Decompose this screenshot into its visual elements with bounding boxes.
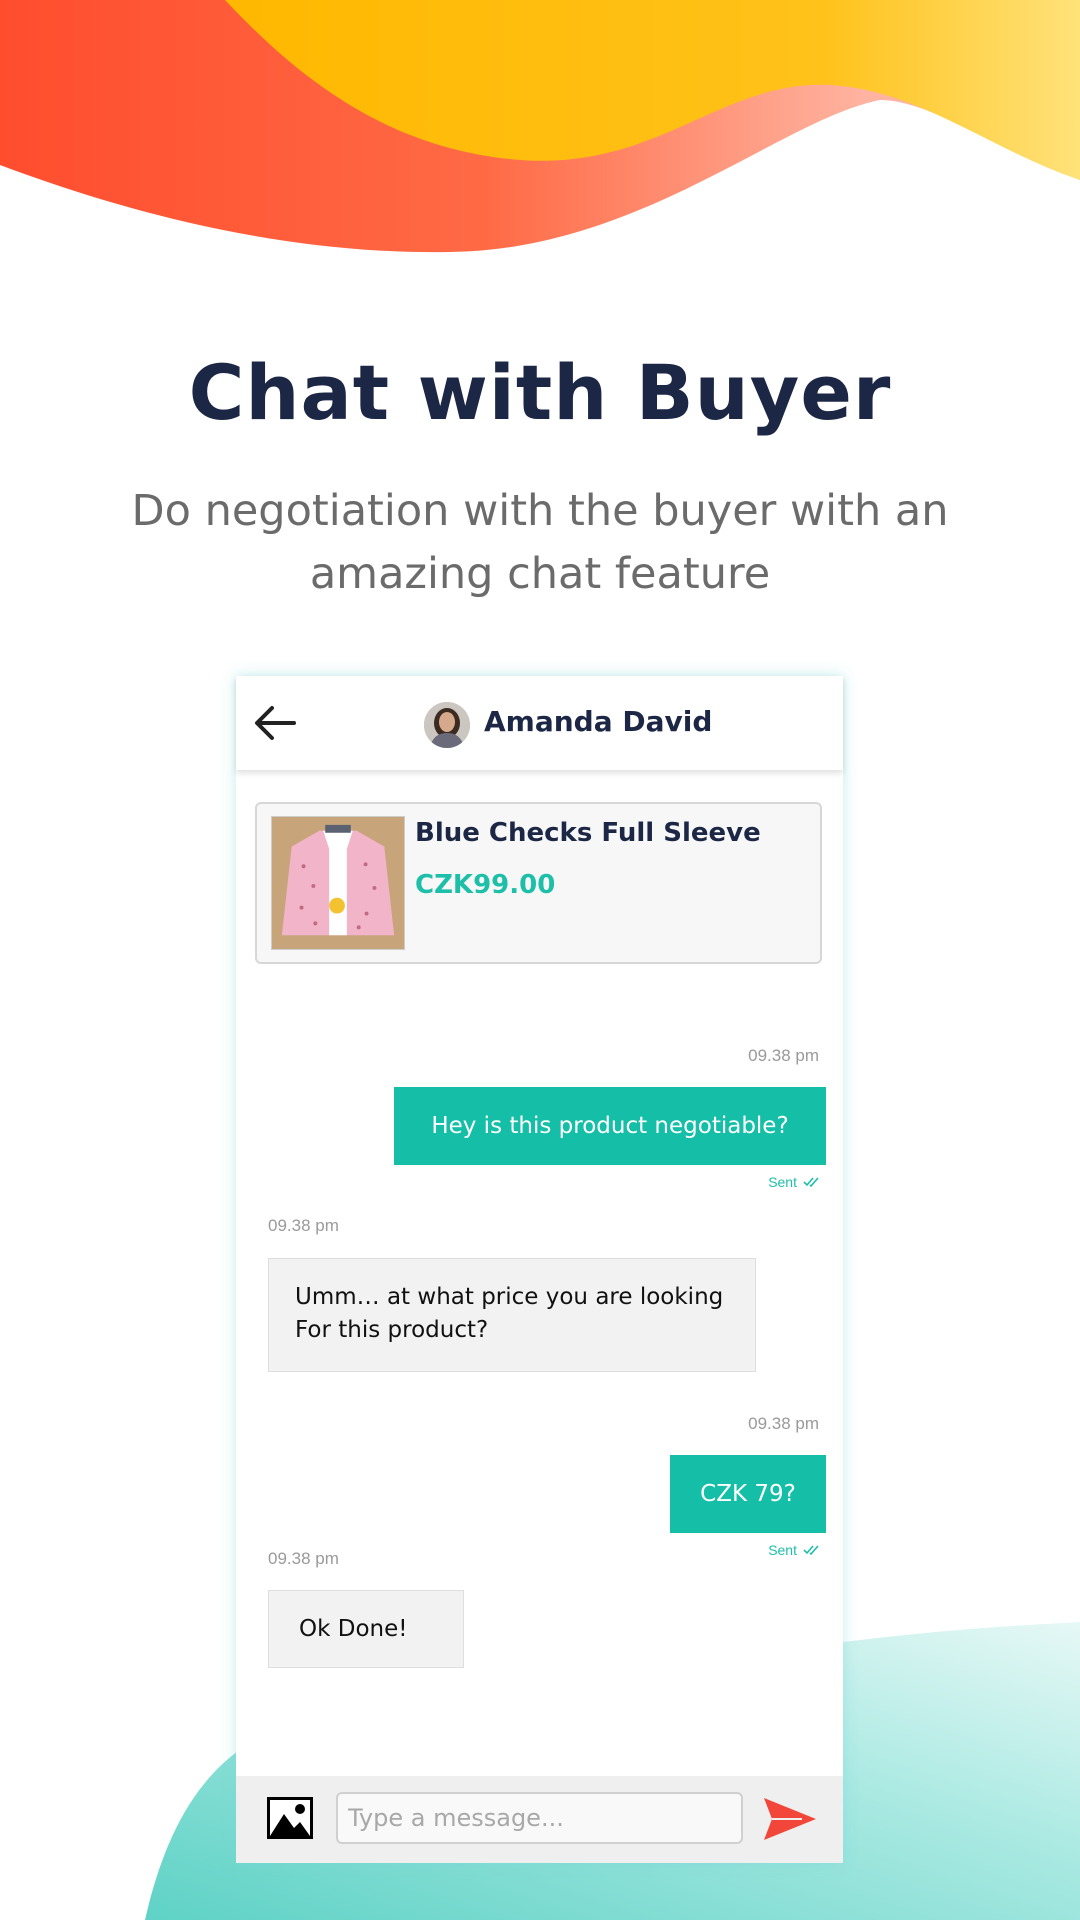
product-price: CZK99.00	[415, 870, 556, 900]
contact-name[interactable]: Amanda David	[484, 705, 712, 738]
chat-header: Amanda David	[236, 676, 843, 770]
message-status: Sent	[768, 1174, 821, 1190]
incoming-message[interactable]: Ok Done!	[268, 1590, 464, 1668]
arrow-left-icon[interactable]	[250, 698, 300, 748]
page-subtitle: Do negotiation with the buyer with an am…	[131, 486, 949, 599]
sent-label: Sent	[768, 1174, 797, 1190]
chat-screen: Amanda David Blue Checks Full Sleeve CZK…	[236, 676, 843, 1863]
message-timestamp: 09.38 pm	[748, 1046, 819, 1065]
outgoing-message[interactable]: CZK 79?	[670, 1455, 826, 1533]
message-timestamp: 09.38 pm	[268, 1216, 339, 1235]
outgoing-message[interactable]: Hey is this product negotiable?	[394, 1087, 826, 1165]
message-timestamp: 09.38 pm	[268, 1549, 339, 1568]
send-icon[interactable]	[762, 1796, 818, 1842]
product-title: Blue Checks Full Sleeve	[415, 818, 761, 848]
product-card[interactable]: Blue Checks Full Sleeve CZK99.00	[255, 802, 822, 964]
double-check-icon	[803, 1177, 819, 1188]
message-status: Sent	[768, 1542, 821, 1558]
message-composer	[236, 1776, 843, 1863]
avatar	[424, 702, 470, 748]
top-wave-decoration	[0, 0, 1080, 253]
message-timestamp: 09.38 pm	[748, 1414, 819, 1433]
page-title: Chat with Buyer	[188, 348, 892, 437]
double-check-icon	[803, 1545, 819, 1556]
image-icon[interactable]	[266, 1796, 314, 1840]
product-image	[271, 816, 405, 950]
message-input[interactable]	[336, 1792, 743, 1844]
sent-label: Sent	[768, 1542, 797, 1558]
incoming-message[interactable]: Umm… at what price you are looking For t…	[268, 1258, 756, 1372]
